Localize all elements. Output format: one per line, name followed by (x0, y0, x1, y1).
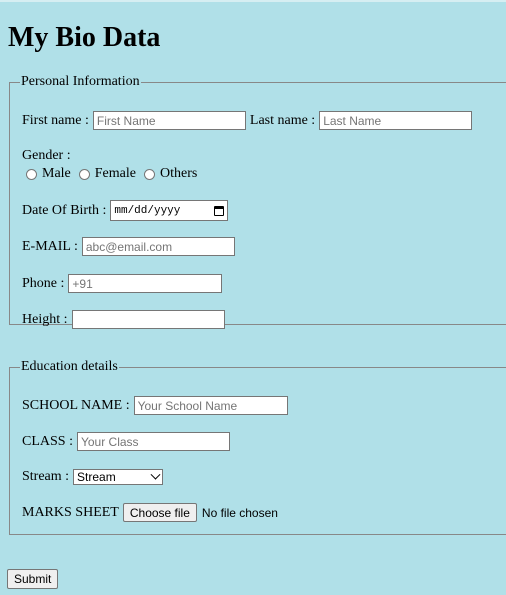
gender-radio-others[interactable]: Others (143, 166, 197, 182)
class-row: CLASS : (22, 432, 230, 451)
marks-row: MARKS SHEET Choose file No file chosen (22, 503, 278, 522)
radio-circle-icon[interactable] (143, 168, 155, 180)
marks-sheet-label: MARKS SHEET (22, 504, 119, 520)
radio-circle-icon[interactable] (78, 168, 90, 180)
height-label: Height : (22, 311, 68, 327)
school-name-input[interactable] (133, 396, 288, 415)
personal-information-legend: Personal Information (21, 74, 140, 89)
radio-circle-icon[interactable] (26, 168, 37, 180)
phone-label: Phone : (22, 275, 65, 291)
phone-row: Phone : (22, 274, 223, 293)
choose-file-button[interactable]: Choose file (122, 503, 197, 522)
education-details-legend: Education details (21, 359, 118, 374)
file-status: No file chosen (201, 505, 278, 520)
height-input[interactable] (71, 310, 225, 329)
dob-row: Date Of Birth : mm/dd/yyyy (22, 200, 229, 221)
first-name-input[interactable] (92, 111, 246, 130)
top-border (0, 0, 506, 2)
submit-button[interactable]: Submit (7, 569, 59, 589)
name-row: First name : Last name : (22, 111, 473, 130)
chevron-down-icon[interactable] (150, 469, 161, 480)
gender-radio-male[interactable]: Male (26, 166, 71, 182)
personal-information-fieldset: Personal Information First name : Last n… (9, 74, 506, 329)
email-input[interactable] (81, 237, 235, 256)
page-title: My Bio Data (8, 22, 161, 53)
dob-input[interactable]: mm/dd/yyyy (110, 200, 229, 221)
phone-input[interactable] (68, 274, 223, 293)
school-row: SCHOOL NAME : (22, 396, 288, 415)
education-details-fieldset: Education details SCHOOL NAME : CLASS : … (9, 359, 506, 535)
stream-select[interactable]: Stream (73, 469, 164, 485)
dob-label: Date Of Birth : (22, 202, 107, 218)
calendar-icon[interactable] (214, 205, 225, 216)
last-name-label: Last name : (249, 112, 316, 128)
gender-label-row: Gender : (22, 148, 71, 164)
gender-radio-female[interactable]: Female (78, 166, 136, 182)
first-name-label: First name : (22, 112, 89, 128)
stream-label: Stream : (22, 469, 70, 484)
school-name-label: SCHOOL NAME : (22, 397, 130, 413)
email-row: E-MAIL : (22, 237, 235, 256)
email-label: E-MAIL : (22, 238, 78, 254)
gender-options: Male Female Others (26, 166, 205, 182)
stream-row: Stream : Stream (22, 469, 164, 485)
class-input[interactable] (76, 432, 230, 451)
class-label: CLASS : (22, 433, 73, 449)
height-row: Height : (22, 310, 225, 329)
gender-label: Gender : (22, 148, 71, 163)
last-name-input[interactable] (319, 111, 473, 130)
